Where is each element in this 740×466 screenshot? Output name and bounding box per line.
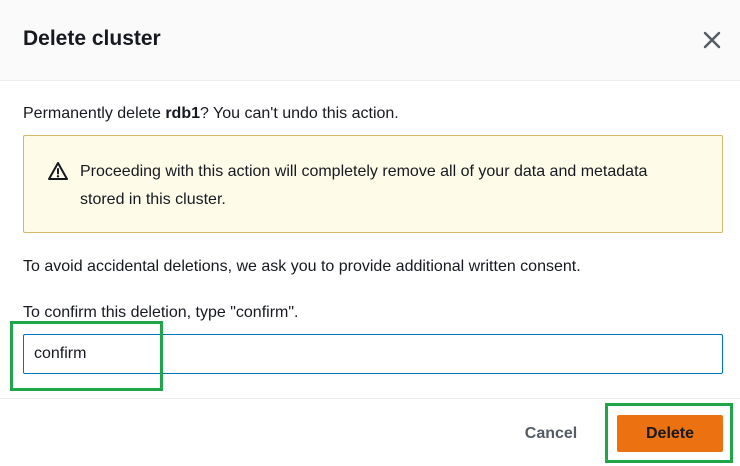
- warning-triangle-icon: [48, 162, 68, 180]
- confirm-label: To confirm this deletion, type "confirm"…: [23, 304, 299, 321]
- close-icon: [703, 31, 721, 49]
- dialog-title: Delete cluster: [23, 27, 161, 50]
- footer-divider: [0, 398, 740, 399]
- intro-prefix: Permanently delete: [23, 105, 166, 122]
- cancel-button[interactable]: Cancel: [506, 416, 596, 452]
- delete-intro-text: Permanently delete rdb1? You can't undo …: [23, 105, 399, 123]
- dialog-header: Delete cluster: [0, 0, 740, 81]
- cluster-name: rdb1: [165, 105, 200, 122]
- consent-text: To avoid accidental deletions, we ask yo…: [23, 258, 581, 275]
- delete-cluster-dialog: Delete cluster Permanently delete rdb1? …: [0, 0, 740, 466]
- intro-suffix: ? You can't undo this action.: [199, 105, 399, 122]
- warning-alert: Proceeding with this action will complet…: [23, 135, 723, 233]
- delete-button[interactable]: Delete: [617, 415, 723, 452]
- warning-message: Proceeding with this action will complet…: [80, 163, 648, 208]
- close-button[interactable]: [700, 28, 724, 52]
- confirm-input[interactable]: [23, 334, 723, 374]
